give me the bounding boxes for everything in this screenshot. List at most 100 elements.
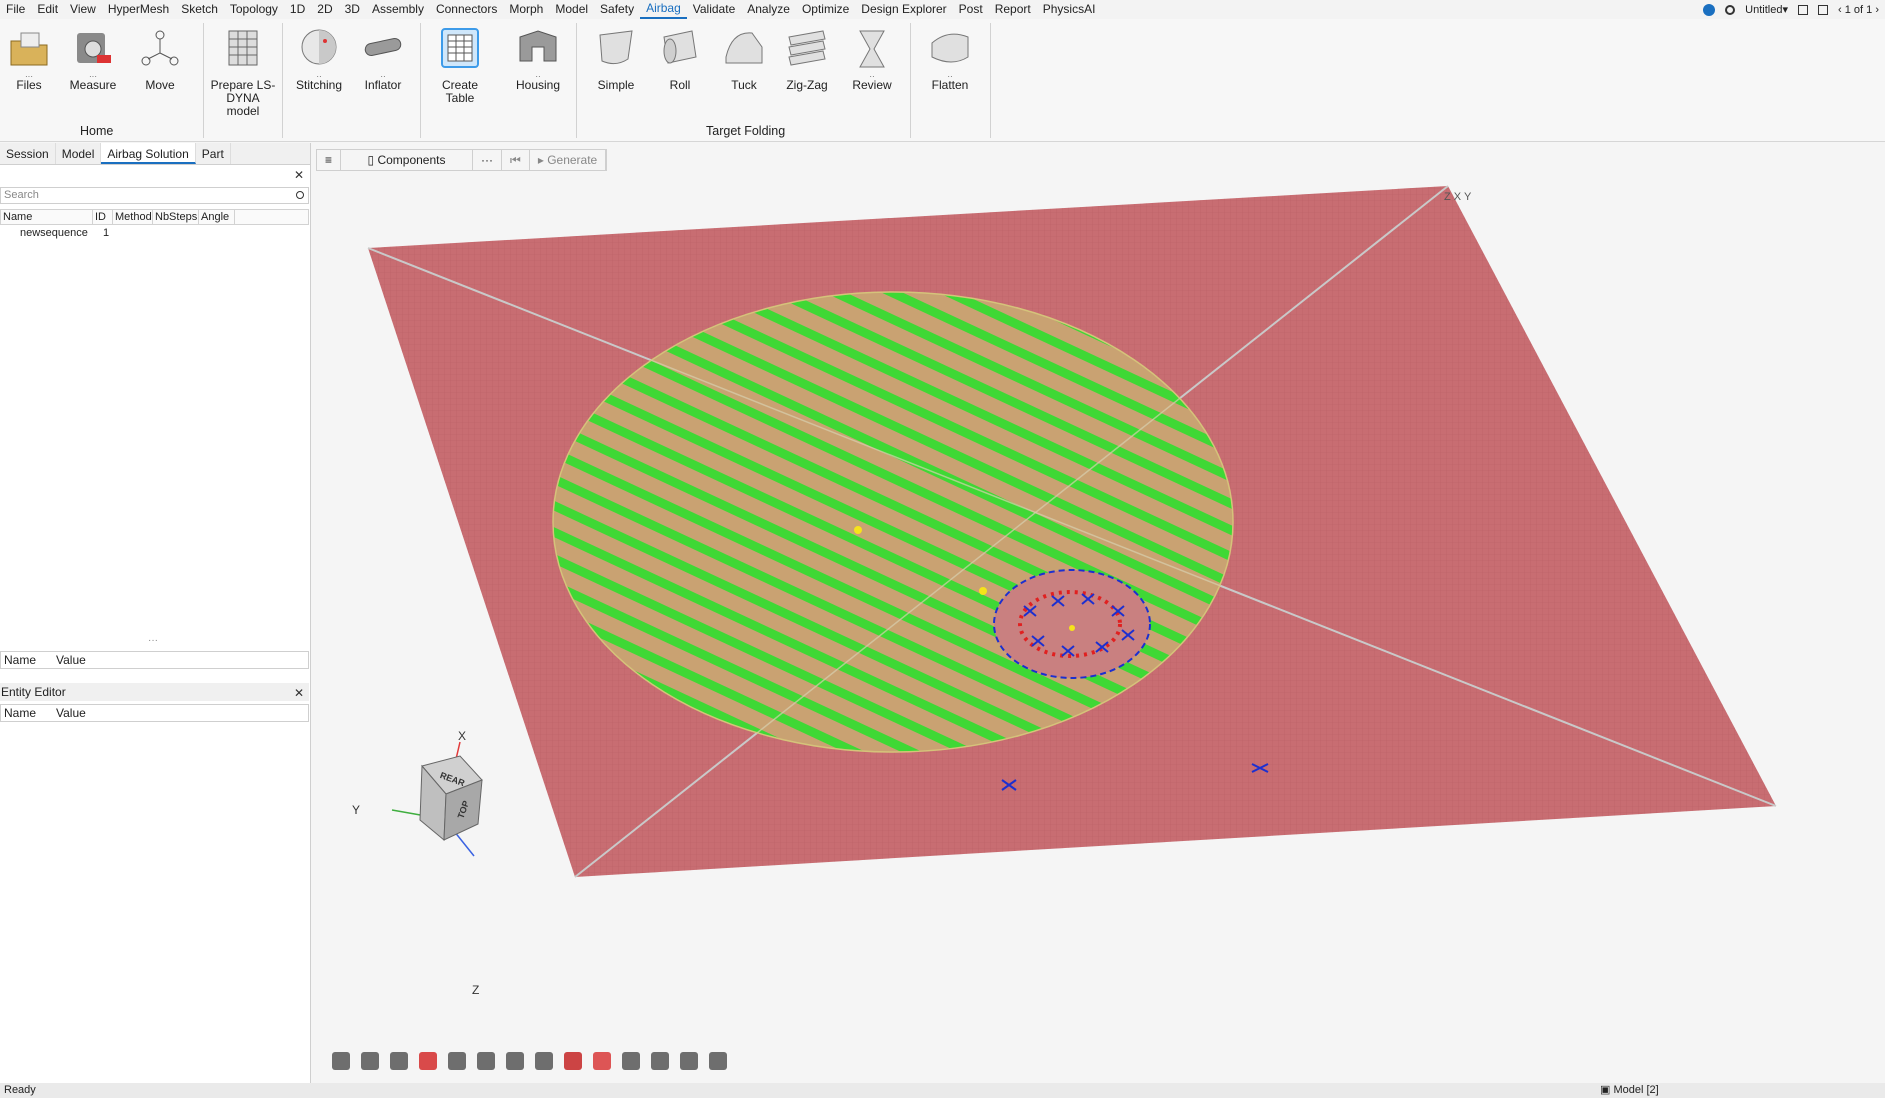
col-id[interactable]: ID xyxy=(93,210,113,224)
menu-connectors[interactable]: Connectors xyxy=(430,0,503,19)
ribbon-separator xyxy=(576,23,577,138)
ribbon-separator xyxy=(990,23,991,138)
popout-icon[interactable] xyxy=(1818,4,1828,15)
menu-design-explorer[interactable]: Design Explorer xyxy=(855,0,952,19)
menu-right-tools: Untitled▾ ‹ 1 of 1 › xyxy=(1703,0,1879,19)
ribbon-separator xyxy=(910,23,911,138)
zoom-icon[interactable] xyxy=(651,1052,669,1070)
search-input[interactable]: Search xyxy=(0,187,309,204)
camera-icon[interactable] xyxy=(448,1052,466,1070)
graphics-viewport[interactable]: Z X Y REAR TOP X Y Z xyxy=(312,176,1885,1058)
create-table-button[interactable]: Create Table xyxy=(428,27,492,105)
table-row[interactable]: newsequence 1 xyxy=(0,227,309,243)
menu-3d[interactable]: 3D xyxy=(339,0,366,19)
generate-button[interactable]: ▸ Generate xyxy=(530,150,607,170)
menu-sketch[interactable]: Sketch xyxy=(175,0,224,19)
palette-icon[interactable] xyxy=(680,1052,698,1070)
splitter-handle[interactable]: ··· xyxy=(148,635,158,646)
row-name: newsequence xyxy=(20,227,88,239)
yellow-node[interactable] xyxy=(1069,625,1075,631)
menu-edit[interactable]: Edit xyxy=(31,0,64,19)
fit-icon[interactable] xyxy=(419,1052,437,1070)
mask-icon[interactable] xyxy=(564,1052,582,1070)
housing-button[interactable]: ·· Housing xyxy=(506,27,570,92)
page-indicator[interactable]: ‹ 1 of 1 › xyxy=(1838,4,1879,16)
entity-editor-header: Name Value xyxy=(0,704,309,722)
files-button[interactable]: ··· Files xyxy=(0,27,61,92)
tuck-fold-icon xyxy=(725,32,763,64)
components-dropdown[interactable]: ▯ Components xyxy=(341,150,474,170)
menu-optimize[interactable]: Optimize xyxy=(796,0,855,19)
review-button[interactable]: ·· Review xyxy=(840,27,904,92)
flatten-button[interactable]: ·· Flatten xyxy=(918,27,982,92)
globe-icon[interactable] xyxy=(1703,3,1716,16)
flatten-icon xyxy=(931,33,969,63)
close-entity-editor-icon[interactable]: ✕ xyxy=(294,686,304,700)
menu-1d[interactable]: 1D xyxy=(284,0,311,19)
visibility-icon[interactable] xyxy=(332,1052,350,1070)
menu-2d[interactable]: 2D xyxy=(311,0,338,19)
menu-icon[interactable]: ≡ xyxy=(317,150,342,170)
inflator-button[interactable]: ·· Inflator xyxy=(351,27,415,92)
menu-hypermesh[interactable]: HyperMesh xyxy=(102,0,175,19)
col-name[interactable]: Name xyxy=(1,210,93,224)
lock-icon[interactable] xyxy=(709,1052,727,1070)
ribbon: ··· Files ··· Measure Move Prepare LS-DYNA… xyxy=(0,19,1885,142)
corner-axis-label: Z X Y xyxy=(1444,191,1472,203)
menu-airbag[interactable]: Airbag xyxy=(640,0,687,19)
model-indicator[interactable]: ▣ Model [2] xyxy=(1600,1083,1659,1098)
more-button[interactable]: ··· xyxy=(473,150,503,170)
move-button[interactable]: Move xyxy=(128,27,192,92)
menu-validate[interactable]: Validate xyxy=(687,0,741,19)
tab-part[interactable]: Part xyxy=(196,143,231,164)
menu-topology[interactable]: Topology xyxy=(224,0,284,19)
shading-icon[interactable] xyxy=(477,1052,495,1070)
clip-icon[interactable] xyxy=(535,1052,553,1070)
close-panel-icon[interactable]: ✕ xyxy=(294,168,304,182)
col-angle[interactable]: Angle xyxy=(199,210,235,224)
yellow-node[interactable] xyxy=(979,587,987,595)
simple-fold-button[interactable]: Simple xyxy=(584,27,648,92)
yellow-node[interactable] xyxy=(854,526,862,534)
globe-view-icon[interactable] xyxy=(361,1052,379,1070)
tuck-fold-button[interactable]: Tuck xyxy=(712,27,776,92)
window-icon[interactable] xyxy=(1798,4,1808,15)
review-icon xyxy=(859,30,885,68)
move-icon xyxy=(141,30,179,66)
menu-view[interactable]: View xyxy=(64,0,102,19)
menu-morph[interactable]: Morph xyxy=(503,0,549,19)
file-name-dropdown[interactable]: Untitled▾ xyxy=(1745,3,1788,16)
menu-model[interactable]: Model xyxy=(549,0,594,19)
tab-model[interactable]: Model xyxy=(56,143,102,164)
menu-file[interactable]: File xyxy=(0,0,31,19)
search-icon[interactable] xyxy=(1725,4,1736,15)
menu-physicsai[interactable]: PhysicsAI xyxy=(1037,0,1102,19)
table-icon xyxy=(441,28,479,68)
housing-icon xyxy=(519,30,557,62)
triad-icon[interactable] xyxy=(622,1052,640,1070)
folder-icon xyxy=(10,32,48,66)
binoculars-icon[interactable] xyxy=(390,1052,408,1070)
measure-icon xyxy=(77,33,111,63)
menu-analyze[interactable]: Analyze xyxy=(741,0,796,19)
first-icon[interactable]: ⏮ xyxy=(502,150,530,170)
reset-icon[interactable] xyxy=(593,1052,611,1070)
measure-button[interactable]: ··· Measure xyxy=(61,27,125,92)
tab-airbag-solution[interactable]: Airbag Solution xyxy=(101,143,196,164)
search-icon xyxy=(296,191,304,199)
menu-post[interactable]: Post xyxy=(953,0,989,19)
inflator-region[interactable] xyxy=(993,569,1151,679)
menu-safety[interactable]: Safety xyxy=(594,0,640,19)
zigzag-fold-button[interactable]: Zig-Zag xyxy=(775,27,839,92)
tab-session[interactable]: Session xyxy=(0,143,56,164)
col-nbsteps[interactable]: NbSteps xyxy=(153,210,199,224)
prepare-lsdyna-button[interactable]: Prepare LS-DYNA model xyxy=(209,27,277,118)
view-cube[interactable]: REAR TOP xyxy=(391,741,483,857)
col-method[interactable]: Method xyxy=(113,210,153,224)
menu-assembly[interactable]: Assembly xyxy=(366,0,430,19)
stitching-button[interactable]: ·· Stitching xyxy=(287,27,351,92)
panel-tabs: Session Model Airbag Solution Part xyxy=(0,143,310,165)
menu-report[interactable]: Report xyxy=(989,0,1037,19)
section-icon[interactable] xyxy=(506,1052,524,1070)
roll-fold-button[interactable]: Roll xyxy=(648,27,712,92)
